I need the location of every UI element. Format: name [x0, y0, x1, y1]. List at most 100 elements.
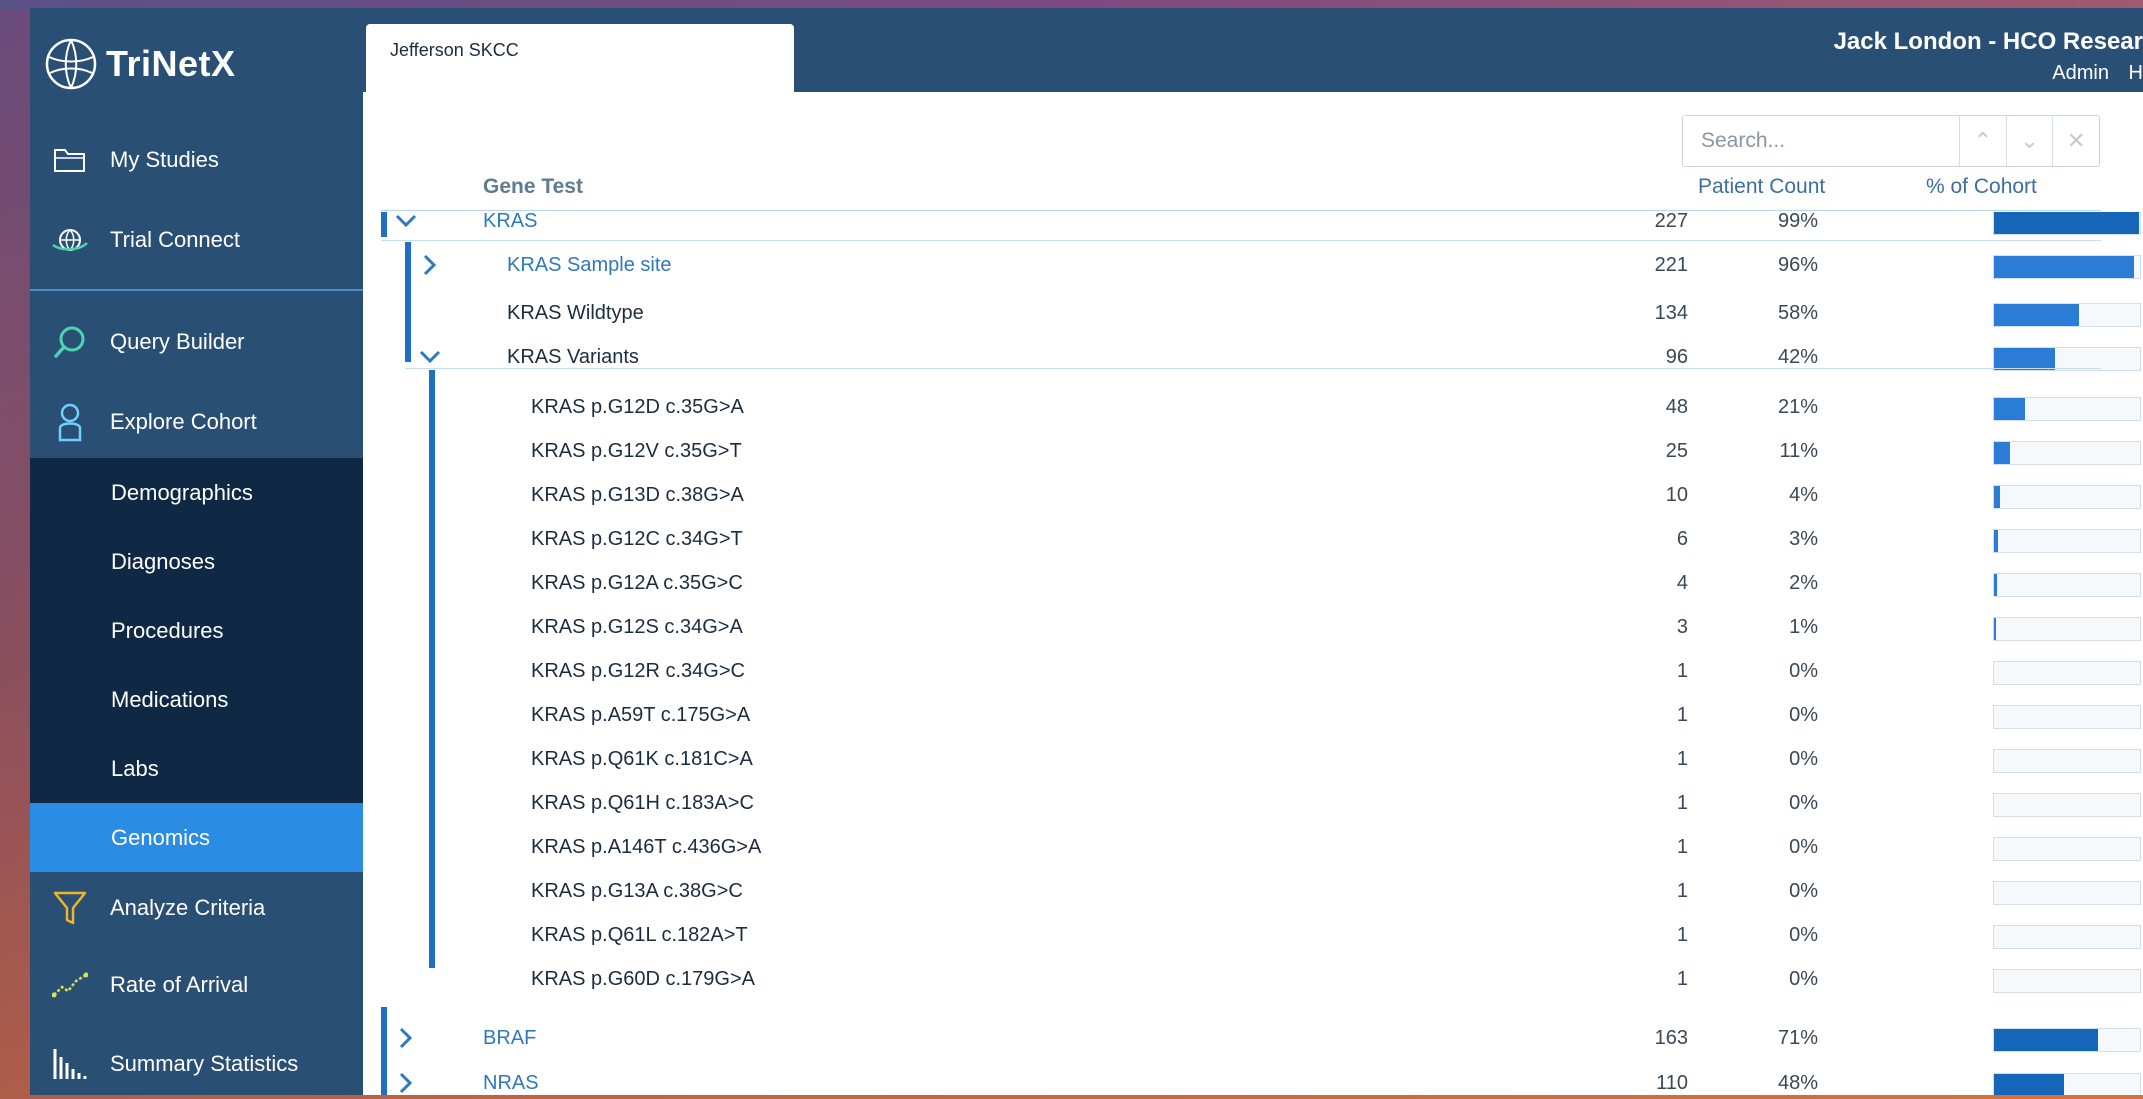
nav-summary-statistics[interactable]: Summary Statistics	[30, 1028, 363, 1095]
cohort-percent: 99%	[1777, 212, 1818, 232]
search-prev-button[interactable]: ⌃	[1959, 116, 2006, 166]
cohort-percent: 58%	[1777, 302, 1818, 324]
cohort-percent: 0%	[1789, 748, 1818, 770]
cohort-percent-bar-fill	[1994, 574, 1997, 596]
cohort-percent-bar	[1993, 303, 2141, 327]
subnav-medications[interactable]: Medications	[30, 665, 363, 734]
patient-count: 1	[1676, 880, 1688, 902]
tree-row[interactable]: KRAS p.G60D c.179G>A 1 0%	[363, 958, 2143, 1002]
tree-row[interactable]: KRAS p.G12D c.35G>A 48 21%	[363, 386, 2143, 430]
cohort-percent-bar-fill	[1994, 486, 2000, 508]
gene-test-name[interactable]: BRAF	[483, 1027, 536, 1050]
nav-query-builder[interactable]: Query Builder	[30, 306, 363, 378]
cohort-percent: 0%	[1789, 880, 1818, 902]
nav-rate-of-arrival[interactable]: Rate of Arrival	[30, 949, 363, 1021]
patient-count: 1	[1676, 836, 1688, 858]
nav-my-studies[interactable]: My Studies	[30, 124, 363, 196]
tree-row[interactable]: KRAS p.G12V c.35G>T 25 11%	[363, 430, 2143, 474]
tree-row[interactable]: KRAS Variants 96 42%	[363, 336, 2143, 380]
tree-row[interactable]: KRAS p.G13A c.38G>C 1 0%	[363, 870, 2143, 914]
tree-row[interactable]: BRAF 163 71%	[363, 1017, 2143, 1061]
cohort-percent-bar	[1993, 749, 2141, 773]
tree-row[interactable]: KRAS p.A146T c.436G>A 1 0%	[363, 826, 2143, 870]
patient-count: 3	[1676, 616, 1688, 638]
subnav-labs[interactable]: Labs	[30, 734, 363, 803]
patient-count: 1	[1676, 704, 1688, 726]
tree-row[interactable]: KRAS p.Q61K c.181C>A 1 0%	[363, 738, 2143, 782]
tree-row[interactable]: KRAS p.G12R c.34G>C 1 0%	[363, 650, 2143, 694]
cohort-percent-bar-fill	[1994, 618, 1997, 640]
cohort-percent: 1%	[1789, 616, 1818, 638]
logo[interactable]: TriNetX	[44, 34, 236, 94]
subnav-procedures[interactable]: Procedures	[30, 596, 363, 665]
nav-label: Summary Statistics	[110, 1051, 299, 1076]
cohort-percent: 0%	[1789, 836, 1818, 858]
help-link[interactable]: H	[2129, 62, 2143, 84]
admin-link[interactable]: Admin	[2052, 62, 2109, 84]
cohort-percent: 21%	[1777, 396, 1818, 418]
gene-test-name[interactable]: KRAS	[483, 212, 537, 233]
patient-count: 4	[1676, 572, 1688, 594]
chevron-right-icon[interactable]	[393, 1068, 419, 1095]
chevron-right-icon[interactable]	[417, 250, 443, 280]
tree-row[interactable]: KRAS Sample site 221 96%	[363, 244, 2143, 288]
nesting-bar-level-2	[429, 370, 435, 968]
gene-test-name[interactable]: NRAS	[483, 1072, 539, 1095]
nav-label: Query Builder	[110, 329, 245, 354]
cohort-percent: 48%	[1777, 1072, 1818, 1094]
cohort-percent-bar	[1993, 212, 2141, 235]
gene-test-name: KRAS p.G12C c.34G>T	[531, 528, 743, 550]
subnav-demographics[interactable]: Demographics	[30, 458, 363, 527]
gene-test-tree: KRAS 227 99% KRAS Sample site 221 96% KRAS Wil…	[363, 212, 2143, 1095]
tree-row[interactable]: KRAS p.Q61L c.182A>T 1 0%	[363, 914, 2143, 958]
tree-row[interactable]: KRAS p.G13D c.38G>A 10 4%	[363, 474, 2143, 518]
tree-row[interactable]: KRAS p.G12C c.34G>T 6 3%	[363, 518, 2143, 562]
tree-row[interactable]: KRAS p.Q61H c.183A>C 1 0%	[363, 782, 2143, 826]
gene-test-name: KRAS p.G12D c.35G>A	[531, 396, 744, 418]
nav-analyze-criteria[interactable]: Analyze Criteria	[30, 872, 363, 944]
tree-row[interactable]: KRAS p.G12A c.35G>C 4 2%	[363, 562, 2143, 606]
gene-test-name: KRAS p.G12S c.34G>A	[531, 616, 743, 638]
tree-row[interactable]: KRAS Wildtype 134 58%	[363, 292, 2143, 336]
column-header-pct-cohort[interactable]: % of Cohort	[1926, 175, 2037, 199]
cohort-percent: 2%	[1789, 572, 1818, 594]
gene-test-name[interactable]: KRAS Sample site	[507, 254, 672, 277]
cohort-percent: 96%	[1777, 254, 1818, 276]
tree-row[interactable]: NRAS 110 48%	[363, 1062, 2143, 1095]
tab-jefferson-skcc[interactable]: Jefferson SKCC	[366, 24, 794, 92]
nav-trial-connect[interactable]: Trial Connect	[30, 204, 363, 276]
cohort-percent-bar-fill	[1994, 1029, 2098, 1051]
cohort-percent-bar	[1993, 255, 2141, 279]
cohort-percent: 4%	[1789, 484, 1818, 506]
search-input[interactable]	[1683, 116, 1959, 166]
nav-label: Analyze Criteria	[110, 895, 266, 920]
cohort-percent-bar	[1993, 397, 2141, 421]
cohort-percent-bar-fill	[1994, 256, 2135, 278]
patient-count: 6	[1676, 528, 1688, 550]
user-name[interactable]: Jack London - HCO Resear	[1834, 28, 2143, 56]
nav-explore-cohort[interactable]: Explore Cohort	[30, 386, 363, 458]
search-clear-button[interactable]: ✕	[2052, 116, 2099, 166]
search-next-button[interactable]: ⌄	[2005, 116, 2053, 166]
search-icon	[48, 320, 92, 364]
nesting-bar-level-0	[381, 212, 387, 237]
subnav-diagnoses[interactable]: Diagnoses	[30, 527, 363, 596]
subnav-label: Labs	[111, 755, 159, 781]
nav-label: Explore Cohort	[110, 409, 257, 434]
gene-test-name: KRAS p.G60D c.179G>A	[531, 968, 756, 990]
column-header-patient-count[interactable]: Patient Count	[1698, 175, 1825, 199]
cohort-percent: 0%	[1789, 792, 1818, 814]
tree-row[interactable]: KRAS p.G12S c.34G>A 3 1%	[363, 606, 2143, 650]
row-separator	[405, 368, 2101, 369]
subnav-label: Medications	[111, 686, 229, 712]
app-window: TriNetX My Studies Trial Connect Query B…	[30, 8, 2143, 1095]
chevron-down-icon[interactable]	[393, 212, 419, 236]
patient-count: 48	[1665, 396, 1688, 418]
gene-test-name: KRAS p.G13A c.38G>C	[531, 880, 743, 902]
column-header-gene-test[interactable]: Gene Test	[483, 175, 583, 199]
cohort-percent-bar	[1993, 661, 2141, 685]
gene-test-name: KRAS p.G13D c.38G>A	[531, 484, 744, 506]
tree-row[interactable]: KRAS p.A59T c.175G>A 1 0%	[363, 694, 2143, 738]
chevron-right-icon[interactable]	[393, 1023, 419, 1053]
subnav-genomics[interactable]: Genomics	[30, 803, 363, 872]
